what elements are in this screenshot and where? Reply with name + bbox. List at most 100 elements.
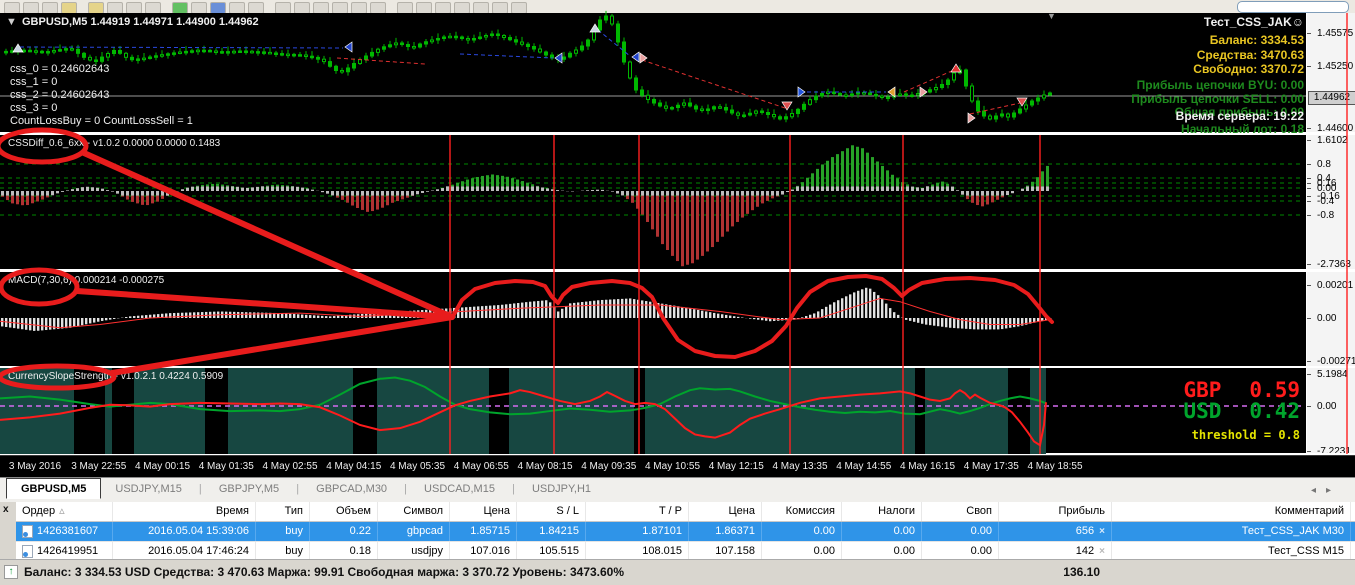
- tab-separator: |: [401, 483, 410, 495]
- order-cell: 1.85715: [450, 522, 517, 541]
- scale-tick-label: 0.00: [1317, 313, 1336, 324]
- order-cell: 1.87101: [586, 522, 689, 541]
- account-info-line: Тест_CSS_JAK☺: [1204, 15, 1304, 29]
- time-axis-label: 4 May 13:35: [767, 461, 833, 472]
- pane-separator[interactable]: [0, 132, 1355, 135]
- chart-tab-usdjpy-m15[interactable]: USDJPY,M15: [101, 479, 195, 498]
- scale-tick-label: 1.6102: [1317, 135, 1348, 146]
- sort-icon: ▵: [59, 502, 65, 521]
- order-cell: Тест_CSS_JAK M30: [1112, 522, 1351, 541]
- order-cell: 1426381607: [16, 522, 113, 541]
- chart-tab-gbpusd-m5[interactable]: GBPUSD,M5: [6, 478, 101, 499]
- terminal-panel: x Ордер ▵ВремяТипОбъемСимволЦенаS / LT /…: [0, 502, 1355, 585]
- time-axis-label: 4 May 17:35: [958, 461, 1024, 472]
- order-cell: 0.00: [842, 522, 922, 541]
- column-header[interactable]: Налоги: [842, 502, 922, 521]
- order-cell: 0.00: [762, 522, 842, 541]
- price-scale: 1.455751.452501.446001.61020.80.40.160.0…: [1306, 13, 1355, 455]
- column-header[interactable]: Комиссия: [762, 502, 842, 521]
- column-header[interactable]: Символ: [378, 502, 450, 521]
- scale-tick-label: 5.1984: [1317, 369, 1348, 380]
- column-header[interactable]: Тип: [256, 502, 310, 521]
- indicator-info-line: css_0 = 0.24602643: [10, 63, 109, 75]
- scale-tick-label: 1.45575: [1317, 28, 1353, 39]
- account-info-line: Прибыль цепочки BYU: 0.00: [1137, 78, 1304, 92]
- indicator-info-line: css_2 = 0.24602643: [10, 89, 109, 101]
- indicator-info-line: css_1 = 0: [10, 76, 57, 88]
- macd-label: MACD(7,30,6) 0.000214 -0.000275: [8, 275, 164, 286]
- order-doc-icon: [22, 545, 33, 558]
- column-header[interactable]: Комментарий: [1112, 502, 1351, 521]
- chart-shift-icon[interactable]: ▼: [1047, 11, 1056, 21]
- chart-title: GBPUSD,M5 1.44919 1.44971 1.44900 1.4496…: [22, 16, 259, 28]
- tab-separator: |: [293, 483, 302, 495]
- pane-separator[interactable]: [0, 269, 1355, 272]
- status-bar: ↑ Баланс: 3 334.53 USD Средства: 3 470.6…: [0, 559, 1355, 585]
- scale-tick-label: 0.8: [1317, 159, 1331, 170]
- chart-tab-usdjpy-h1[interactable]: USDJPY,H1: [518, 479, 605, 498]
- order-doc-icon: [22, 525, 33, 538]
- pane-separator[interactable]: [0, 366, 1355, 368]
- toolbar: [0, 0, 1355, 14]
- chart-tab-gbpjpy-m5[interactable]: GBPJPY,M5: [205, 479, 293, 498]
- order-row[interactable]: 14263816072016.05.04 15:39:06buy0.22gbpc…: [16, 522, 1355, 542]
- time-axis-label: 4 May 10:55: [640, 461, 706, 472]
- threshold-label: threshold = 0.8: [1090, 428, 1300, 442]
- total-profit: 136.10: [1000, 565, 1100, 579]
- scale-tick-label: -0.8: [1317, 210, 1334, 221]
- tab-scroll-left-icon: ◂: [1311, 485, 1326, 496]
- time-axis-label: 3 May 2016: [2, 461, 68, 472]
- tab-separator: |: [196, 483, 205, 495]
- time-axis-label: 4 May 16:15: [895, 461, 961, 472]
- window-collapse-icon[interactable]: ▼: [6, 16, 17, 28]
- indicator-info-line: CountLossBuy = 0 CountLossSell = 1: [10, 115, 193, 127]
- time-axis[interactable]: 3 May 20163 May 22:554 May 00:154 May 01…: [0, 455, 1355, 478]
- column-header[interactable]: Прибыль: [999, 502, 1112, 521]
- scale-tick-label: -0.4: [1317, 196, 1334, 207]
- order-cell: 1.86371: [689, 522, 762, 541]
- time-axis-label: 4 May 06:55: [448, 461, 514, 472]
- indicator-info-line: css_3 = 0: [10, 102, 57, 114]
- close-order-button[interactable]: ×: [1099, 546, 1105, 557]
- scale-tick-label: 1.45250: [1317, 61, 1353, 72]
- order-cell: gbpcad: [378, 522, 450, 541]
- column-header[interactable]: Своп: [922, 502, 999, 521]
- column-header[interactable]: T / P: [586, 502, 689, 521]
- chart-tabs: ◂▸ GBPUSD,M5USDJPY,M15 | GBPJPY,M5 | GBP…: [0, 477, 1355, 503]
- column-header[interactable]: Ордер ▵: [16, 502, 113, 521]
- order-cell: 2016.05.04 15:39:06: [113, 522, 256, 541]
- time-axis-label: 4 May 01:35: [193, 461, 259, 472]
- chart-tab-usdcad-m15[interactable]: USDCAD,M15: [410, 479, 509, 498]
- column-header[interactable]: Объем: [310, 502, 378, 521]
- time-axis-label: 4 May 05:35: [385, 461, 451, 472]
- usd-strength-value: USD0.42: [1100, 399, 1300, 423]
- tab-scroll-arrows[interactable]: ◂▸: [1311, 485, 1341, 496]
- time-axis-label: 4 May 14:55: [831, 461, 897, 472]
- column-header[interactable]: Цена: [450, 502, 517, 521]
- account-info-line: Время сервера: 19:22: [1176, 109, 1304, 123]
- order-cell: 0.22: [310, 522, 378, 541]
- column-header[interactable]: Время: [113, 502, 256, 521]
- time-axis-label: 4 May 08:15: [512, 461, 578, 472]
- account-info-line: Свободно: 3370.72: [1193, 62, 1304, 76]
- order-cell: 0.00: [922, 522, 999, 541]
- scale-tick-label: 0.00201: [1317, 280, 1353, 291]
- search-input[interactable]: [1237, 1, 1349, 13]
- close-order-button[interactable]: ×: [1099, 526, 1105, 537]
- current-price-box: 1.44962: [1308, 91, 1355, 105]
- time-axis-label: 4 May 04:15: [321, 461, 387, 472]
- cssdiff-label: CSSDiff_0.6_6xx - v1.0.2 0.0000 0.0000 0…: [8, 138, 220, 149]
- account-info-line: Средства: 3470.63: [1197, 48, 1304, 62]
- time-axis-label: 4 May 12:15: [703, 461, 769, 472]
- column-header[interactable]: S / L: [517, 502, 586, 521]
- column-header[interactable]: Цена: [689, 502, 762, 521]
- order-cell: buy: [256, 522, 310, 541]
- chart-tab-gbpcad-m30[interactable]: GBPCAD,M30: [302, 479, 401, 498]
- time-axis-label: 4 May 00:15: [130, 461, 196, 472]
- close-terminal-button[interactable]: x: [3, 504, 9, 515]
- mt4-terminal: 1.455751.452501.446001.61020.80.40.160.0…: [0, 0, 1355, 585]
- table-header-row: Ордер ▵ВремяТипОбъемСимволЦенаS / LT / P…: [16, 502, 1355, 522]
- time-axis-label: 4 May 09:35: [576, 461, 642, 472]
- css-label: CurrencySlopeStrength - v1.0.2.1 0.4224 …: [8, 371, 223, 382]
- order-cell: 656×: [999, 522, 1112, 541]
